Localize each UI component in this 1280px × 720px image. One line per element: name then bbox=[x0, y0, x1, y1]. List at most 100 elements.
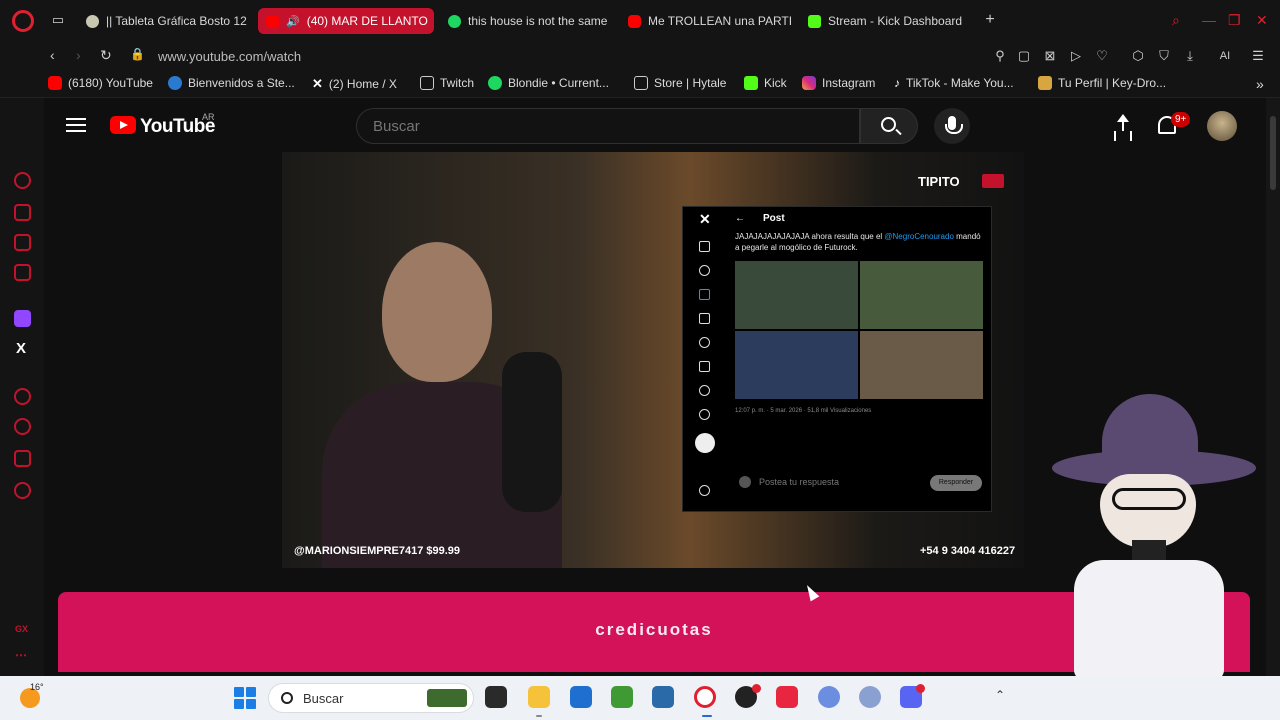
youtube-logo-icon[interactable] bbox=[110, 116, 136, 134]
x-reply-avatar bbox=[739, 476, 751, 488]
kick-favicon-icon bbox=[744, 76, 758, 90]
weather-widget[interactable]: 16° bbox=[18, 682, 44, 708]
sidebar-history-icon[interactable] bbox=[14, 418, 31, 435]
search-icon bbox=[281, 692, 293, 704]
sidebar-speed-dial-icon[interactable] bbox=[14, 172, 31, 189]
maximize-icon[interactable]: ❐ bbox=[1228, 12, 1241, 29]
search-input[interactable] bbox=[356, 108, 860, 144]
adblock-icon[interactable]: ⊠ bbox=[1042, 48, 1058, 64]
tiktok-favicon-icon: ♪ bbox=[894, 76, 900, 90]
running-indicator bbox=[536, 715, 542, 717]
opera-gx-taskbar-icon[interactable] bbox=[694, 686, 716, 708]
bookmark-youtube[interactable]: (6180) YouTube bbox=[48, 76, 153, 90]
close-icon[interactable]: ✕ bbox=[1256, 12, 1268, 29]
bookmark-keydrop[interactable]: Tu Perfil | Key-Dro... bbox=[1038, 76, 1166, 90]
kick-favicon-icon bbox=[808, 14, 821, 28]
lock-icon[interactable]: 🔒 bbox=[130, 47, 145, 61]
easy-setup-icon[interactable]: ☰ bbox=[1250, 48, 1266, 64]
bookmark-tiktok[interactable]: ♪ TikTok - Make You... bbox=[894, 76, 1014, 90]
photos-icon[interactable] bbox=[652, 686, 674, 708]
x-post-mention: @NegroCenourado bbox=[884, 232, 954, 241]
tab-trollean[interactable]: Me TROLLEAN una PARTI bbox=[620, 8, 792, 34]
video-popout-icon[interactable]: ▷ bbox=[1068, 48, 1084, 64]
heart-icon[interactable]: ♡ bbox=[1094, 48, 1110, 64]
back-icon[interactable]: ‹ bbox=[50, 47, 55, 63]
sidebar-x-icon[interactable]: X bbox=[16, 340, 26, 357]
video-player[interactable]: TIPITO ✕ ← Post JAJAJAJAJAJAJAJA ahora r… bbox=[282, 152, 1024, 568]
sidebar-messenger-icon[interactable] bbox=[14, 264, 31, 281]
voice-search-button[interactable] bbox=[934, 108, 970, 144]
pin-icon[interactable]: ⚲ bbox=[992, 48, 1008, 64]
country-code: AR bbox=[202, 112, 215, 122]
page-scrollbar[interactable] bbox=[1266, 98, 1280, 676]
bookmarks-more-button[interactable]: » bbox=[1256, 76, 1264, 92]
tab-islands-icon[interactable]: ▭ bbox=[50, 12, 66, 28]
tab-kick-dashboard[interactable]: Stream - Kick Dashboard bbox=[800, 8, 976, 34]
sidebar-settings-icon[interactable] bbox=[14, 482, 31, 499]
sidebar-player-icon[interactable] bbox=[14, 388, 31, 405]
vtube-studio-icon[interactable] bbox=[818, 686, 840, 708]
search-tabs-icon[interactable]: ⌕ bbox=[1172, 12, 1180, 29]
speaker-icon[interactable]: 🔊 bbox=[286, 15, 300, 28]
bookmark-kick[interactable]: Kick bbox=[744, 76, 787, 90]
sidebar-news-icon[interactable] bbox=[14, 234, 31, 251]
tab-favicon-icon bbox=[86, 14, 99, 28]
wallet-icon[interactable]: ⛉ bbox=[1156, 48, 1172, 64]
task-view-icon[interactable] bbox=[485, 686, 507, 708]
scrollbar-thumb[interactable] bbox=[1270, 116, 1276, 190]
microsoft-store-icon[interactable] bbox=[570, 686, 592, 708]
ai-label: AI bbox=[1219, 50, 1231, 62]
windows-start-icon[interactable] bbox=[234, 687, 256, 709]
bookmark-label: TikTok - Make You... bbox=[906, 76, 1014, 90]
sidebar-twitch-icon[interactable] bbox=[14, 310, 31, 327]
reload-icon[interactable]: ↻ bbox=[100, 47, 112, 64]
tab-label: this house is not the same bbox=[468, 14, 608, 28]
bookmark-label: (2) Home / X bbox=[328, 77, 397, 91]
tab-tableta[interactable]: || Tableta Gráfica Bosto 12 bbox=[78, 8, 254, 34]
superchat-label: @MARIONSIEMPRE7417 $99.99 bbox=[294, 545, 461, 557]
avatar-glasses bbox=[1112, 488, 1186, 510]
file-explorer-icon[interactable] bbox=[528, 686, 550, 708]
sidebar-home-icon[interactable] bbox=[14, 204, 31, 221]
sidebar-extensions-icon[interactable] bbox=[14, 450, 31, 467]
opera-menu-icon[interactable] bbox=[12, 10, 34, 32]
tab-strip: ▭ || Tableta Gráfica Bosto 12 🔊 (40) MAR… bbox=[0, 0, 1280, 42]
minecraft-icon[interactable] bbox=[611, 686, 633, 708]
extensions-icon[interactable]: ⬡ bbox=[1130, 48, 1146, 64]
account-avatar[interactable] bbox=[1207, 111, 1237, 141]
search-button[interactable] bbox=[860, 108, 918, 144]
guide-menu-icon[interactable] bbox=[66, 118, 86, 132]
x-home-icon bbox=[699, 241, 710, 252]
app-icon[interactable] bbox=[859, 686, 881, 708]
tab-spotify[interactable]: this house is not the same bbox=[440, 8, 612, 34]
bookmark-label: Bienvenidos a Ste... bbox=[188, 76, 295, 90]
x-profile-icon bbox=[699, 385, 710, 396]
tab-mar-de-llanto[interactable]: 🔊 (40) MAR DE LLANTO bbox=[258, 8, 434, 34]
bookmark-x[interactable]: ✕ (2) Home / X bbox=[312, 76, 397, 92]
bookmark-instagram[interactable]: Instagram bbox=[802, 76, 875, 90]
snapshot-icon[interactable]: ▢ bbox=[1016, 48, 1032, 64]
forward-icon[interactable]: › bbox=[76, 47, 81, 63]
sidebar-more-icon[interactable]: ⋯ bbox=[15, 648, 27, 662]
bookmark-steam[interactable]: Bienvenidos a Ste... bbox=[168, 76, 295, 90]
x-reply-placeholder: Postea tu respuesta bbox=[759, 477, 840, 487]
taskbar-search-box[interactable]: Buscar bbox=[268, 683, 474, 713]
url-field[interactable]: www.youtube.com/watch bbox=[158, 49, 301, 64]
tab-label: (40) MAR DE LLANTO bbox=[306, 14, 428, 28]
minimize-icon[interactable]: — bbox=[1202, 12, 1216, 28]
aria-ai-button[interactable]: AI bbox=[1210, 48, 1240, 64]
x-more-icon bbox=[699, 409, 710, 420]
upload-icon[interactable] bbox=[1114, 114, 1132, 136]
download-icon[interactable]: ⤓ bbox=[1182, 48, 1198, 64]
bookmark-hytale[interactable]: Store | Hytale bbox=[634, 76, 726, 90]
bookmark-spotify[interactable]: Blondie • Current... bbox=[488, 76, 609, 90]
x-reply-box: Postea tu respuesta Responder bbox=[735, 472, 985, 494]
page-favicon-icon bbox=[634, 76, 648, 90]
bookmark-label: Kick bbox=[764, 76, 787, 90]
tiktok-live-icon[interactable] bbox=[776, 686, 798, 708]
bookmark-twitch[interactable]: Twitch bbox=[420, 76, 474, 90]
new-tab-button[interactable]: + bbox=[982, 12, 998, 28]
tray-overflow-icon[interactable]: ⌃ bbox=[995, 688, 1005, 702]
sidebar-gx-icon[interactable]: GX bbox=[15, 624, 28, 634]
streamer-head bbox=[382, 242, 492, 382]
